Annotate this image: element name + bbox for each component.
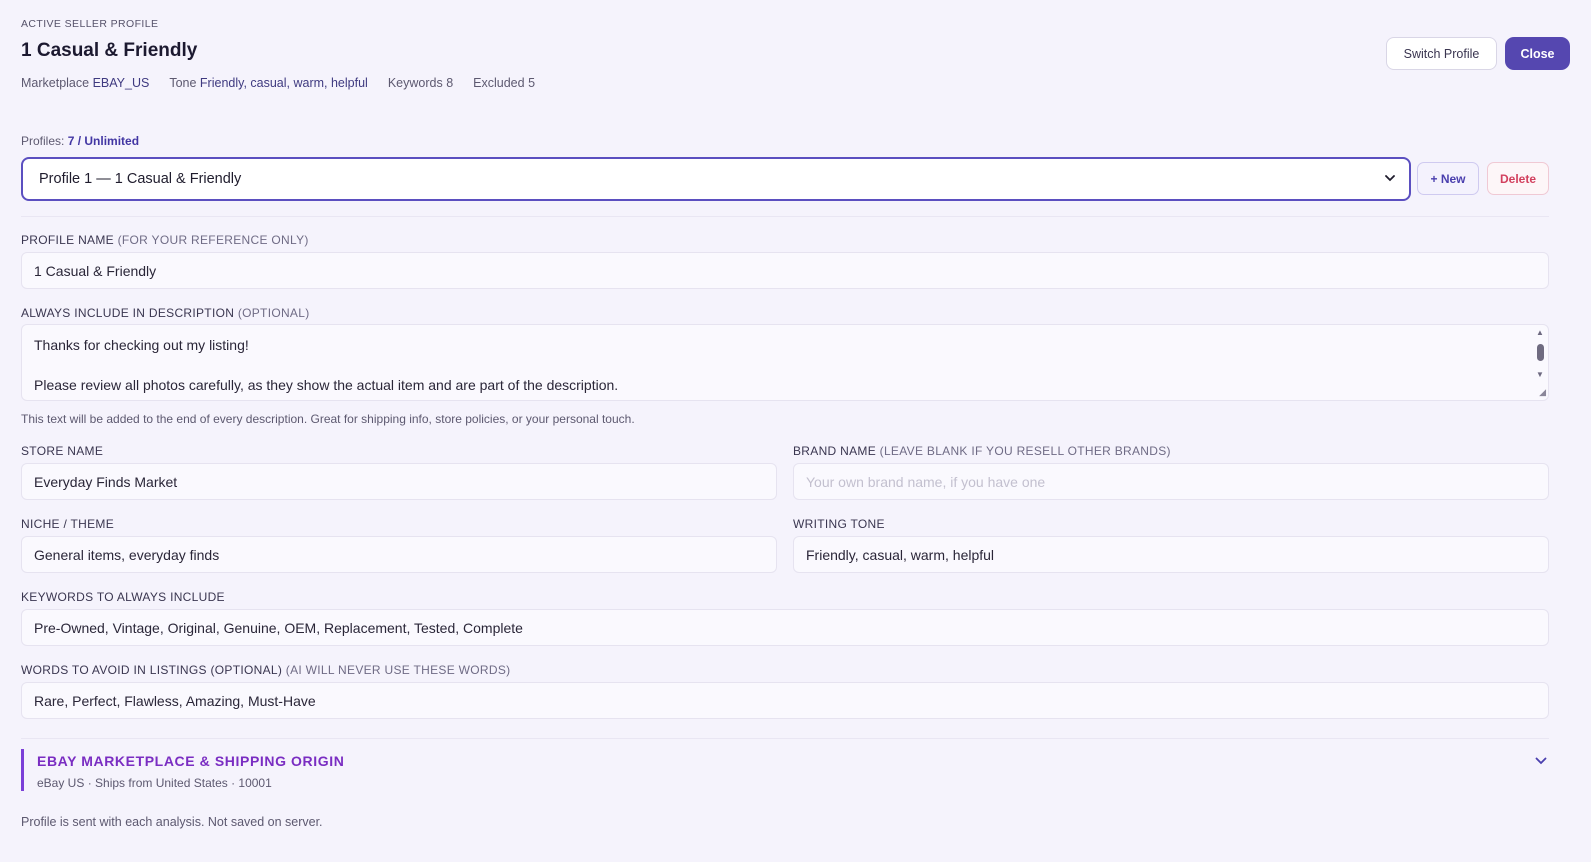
profile-select-value: Profile 1 — 1 Casual & Friendly [39, 171, 242, 187]
brand-name-label-text: BRAND NAME [793, 444, 877, 458]
profile-select[interactable]: Profile 1 — 1 Casual & Friendly [21, 157, 1411, 201]
writing-tone-input[interactable]: Friendly, casual, warm, helpful [793, 536, 1549, 573]
brand-name-input[interactable]: Your own brand name, if you have one [793, 463, 1549, 500]
profiles-count: Profiles: 7 / Unlimited [21, 134, 139, 148]
profile-meta-row: Marketplace EBAY_US Tone Friendly, casua… [21, 76, 535, 90]
avoid-words-note: (AI WILL NEVER USE THESE WORDS) [285, 663, 511, 677]
divider [21, 216, 1549, 217]
keywords-input[interactable]: Pre-Owned, Vintage, Original, Genuine, O… [21, 609, 1549, 646]
scrollbar-thumb[interactable] [1537, 344, 1544, 361]
profile-name-label-text: PROFILE NAME [21, 233, 114, 247]
always-include-line-2: Please review all photos carefully, as t… [34, 377, 619, 393]
niche-input[interactable]: General items, everyday finds [21, 536, 777, 573]
page-title: 1 Casual & Friendly [21, 40, 198, 61]
meta-tone-label: Tone [169, 76, 197, 90]
chevron-down-icon [1385, 173, 1395, 185]
avoid-words-input[interactable]: Rare, Perfect, Flawless, Amazing, Must-H… [21, 682, 1549, 719]
meta-keywords: Keywords 8 [388, 76, 453, 90]
meta-excluded-value: 5 [528, 76, 536, 90]
resize-handle-icon[interactable]: ◢ [1539, 387, 1546, 398]
divider [21, 738, 1549, 739]
always-include-textarea[interactable]: Thanks for checking out my listing! Plea… [21, 324, 1549, 401]
always-include-label-text: ALWAYS INCLUDE IN DESCRIPTION [21, 306, 235, 320]
meta-marketplace: Marketplace EBAY_US [21, 76, 149, 90]
scroll-up-icon[interactable]: ▲ [1536, 328, 1544, 337]
section-subtitle: eBay US · Ships from United States · 100… [37, 776, 272, 790]
meta-tone: Tone Friendly, casual, warm, helpful [169, 76, 367, 90]
niche-label: NICHE / THEME [21, 517, 115, 531]
profile-name-input[interactable]: 1 Casual & Friendly [21, 252, 1549, 289]
scroll-down-icon[interactable]: ▼ [1536, 370, 1544, 379]
new-profile-button[interactable]: + New [1417, 162, 1479, 195]
meta-marketplace-label: Marketplace [21, 76, 90, 90]
seller-profile-panel: ACTIVE SELLER PROFILE 1 Casual & Friendl… [21, 0, 1571, 862]
footer-note: Profile is sent with each analysis. Not … [21, 815, 323, 829]
meta-excluded: Excluded 5 [473, 76, 535, 90]
meta-tone-value: Friendly, casual, warm, helpful [199, 76, 368, 90]
profiles-count-value: 7 / Unlimited [67, 134, 140, 148]
always-include-label: ALWAYS INCLUDE IN DESCRIPTION (OPTIONAL) [21, 306, 310, 320]
profiles-count-label: Profiles: [21, 134, 65, 148]
brand-name-label: BRAND NAME (LEAVE BLANK IF YOU RESELL OT… [793, 444, 1171, 458]
panel-eyebrow: ACTIVE SELLER PROFILE [21, 18, 159, 30]
close-button[interactable]: Close [1505, 37, 1570, 70]
delete-profile-button[interactable]: Delete [1487, 162, 1549, 195]
marketplace-shipping-section[interactable]: EBAY MARKETPLACE & SHIPPING ORIGIN eBay … [21, 749, 1549, 791]
avoid-words-label: WORDS TO AVOID IN LISTINGS (OPTIONAL) (A… [21, 663, 510, 677]
profile-name-note: (FOR YOUR REFERENCE ONLY) [117, 233, 309, 247]
section-title: EBAY MARKETPLACE & SHIPPING ORIGIN [37, 753, 345, 769]
meta-keywords-label: Keywords [387, 76, 443, 90]
store-name-label: STORE NAME [21, 444, 104, 458]
store-name-input[interactable]: Everyday Finds Market [21, 463, 777, 500]
meta-marketplace-value: EBAY_US [92, 76, 150, 90]
always-include-hint: This text will be added to the end of ev… [21, 412, 635, 426]
profile-name-label: PROFILE NAME (FOR YOUR REFERENCE ONLY) [21, 233, 309, 247]
writing-tone-label: WRITING TONE [793, 517, 885, 531]
keywords-label: KEYWORDS TO ALWAYS INCLUDE [21, 590, 225, 604]
always-include-line-1: Thanks for checking out my listing! [34, 337, 249, 353]
avoid-words-label-text: WORDS TO AVOID IN LISTINGS (OPTIONAL) [21, 663, 283, 677]
brand-name-note: (LEAVE BLANK IF YOU RESELL OTHER BRANDS) [879, 444, 1171, 458]
chevron-down-icon[interactable] [1535, 752, 1547, 768]
meta-excluded-label: Excluded [473, 76, 525, 90]
meta-keywords-value: 8 [446, 76, 454, 90]
always-include-note: (OPTIONAL) [237, 306, 310, 320]
switch-profile-button[interactable]: Switch Profile [1386, 37, 1497, 70]
